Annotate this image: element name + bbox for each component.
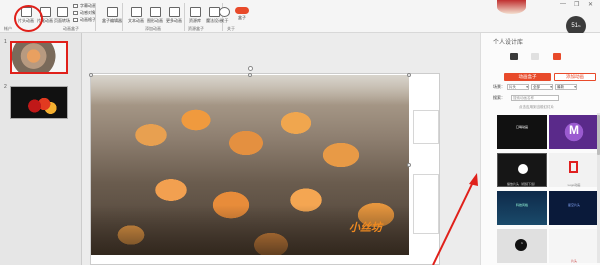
animation-card[interactable]: 1	[497, 229, 547, 263]
close-icon[interactable]: ✕	[588, 1, 593, 8]
animation-card[interactable]: 片头	[549, 229, 599, 263]
page-transition-icon	[56, 7, 68, 17]
apply-hint: 点击应用到当前幻灯片	[519, 105, 554, 109]
shape-animation-button[interactable]: 图形动画	[147, 7, 163, 24]
scene-select[interactable]: 片头 ▾	[507, 84, 529, 90]
animation-card[interactable]: 星空片头	[549, 191, 599, 225]
play-icon	[518, 164, 528, 174]
shape-icon	[149, 7, 161, 17]
more-icon	[168, 7, 180, 17]
resize-handle[interactable]	[89, 73, 93, 77]
placeholder-box[interactable]	[413, 174, 439, 234]
info-icon	[219, 7, 230, 17]
tab-animation-box[interactable]: 动画盒子	[504, 73, 551, 81]
annotation-circle	[14, 5, 43, 32]
star-icon[interactable]	[553, 53, 561, 60]
group-label-add-animation: 添加动画	[145, 26, 161, 31]
search-input[interactable]: 搜索动画名称	[511, 95, 559, 101]
object-icon	[73, 11, 78, 15]
editor-icon	[106, 7, 118, 17]
search-label: 搜索：	[493, 95, 505, 100]
resize-handle[interactable]	[248, 73, 252, 77]
resize-handle[interactable]	[407, 163, 411, 167]
restore-icon[interactable]: ❐	[574, 1, 579, 8]
thumbnail-number: 1	[4, 39, 7, 45]
animation-card[interactable]: 口哨动画	[497, 115, 547, 149]
library-title: 个人设计库	[493, 40, 524, 46]
subtitle-icon	[73, 4, 78, 8]
slide-thumbnail-1[interactable]	[10, 41, 68, 74]
box-toggle-button[interactable]: 盒子	[235, 7, 249, 21]
sort-select[interactable]: 最新 ▾	[555, 84, 577, 90]
resource-library-button[interactable]: 资源库	[189, 7, 201, 24]
logo-icon	[569, 161, 578, 173]
toggle-icon	[235, 7, 249, 14]
animation-grid-button[interactable]: 动画格子	[73, 17, 96, 23]
tab-add-animation[interactable]: 添加动画	[554, 73, 596, 81]
slide-thumbnails-panel: 1 2	[0, 33, 82, 265]
dynamic-object-button[interactable]: 动感对象	[73, 10, 96, 16]
avatar[interactable]	[497, 0, 526, 14]
animation-card[interactable]: 科技风格	[497, 191, 547, 225]
placeholder-box[interactable]	[413, 110, 439, 144]
rotate-handle[interactable]	[248, 66, 253, 71]
folder-icon[interactable]	[531, 53, 539, 60]
filter-row: 场景： 片头 ▾ 全部 ▾ 最新 ▾	[493, 84, 577, 90]
library-icon[interactable]	[510, 53, 518, 60]
slide-thumbnail-2[interactable]	[10, 86, 68, 119]
more-animation-button[interactable]: 更多动画	[166, 7, 182, 24]
box-editor-button[interactable]: 盒子编辑器	[102, 7, 122, 24]
group-label-account: 帐户	[4, 26, 12, 31]
video-watermark: 小丝坊	[349, 221, 382, 234]
magic-icon	[208, 7, 220, 17]
group-label-animation-box: 动画盒子	[63, 26, 79, 31]
thumbnail-number: 2	[4, 84, 7, 90]
subtitle-animation-button[interactable]: 字幕动画	[73, 3, 96, 9]
group-label-about: 关于	[227, 26, 235, 31]
video-frame[interactable]: 小丝坊	[91, 75, 409, 255]
design-library-panel: 个人设计库 动画盒子 添加动画 场景： 片头 ▾ 全部 ▾ 最新 ▾ 搜索： 搜索动画…	[480, 33, 600, 265]
slide-canvas: 小丝坊	[82, 33, 480, 265]
animation-card[interactable]: M	[549, 115, 599, 149]
animation-card[interactable]: Logo动画	[549, 153, 599, 187]
text-icon	[130, 7, 142, 17]
grid-icon	[73, 18, 78, 22]
resize-handle[interactable]	[407, 73, 411, 77]
animation-card[interactable]: 播放片头（视频下载）	[497, 153, 547, 187]
minimize-icon[interactable]: —	[560, 1, 566, 7]
text-animation-button[interactable]: 文本动画	[128, 7, 144, 24]
page-transition-button[interactable]: 页面转场	[54, 7, 70, 24]
category-select[interactable]: 全部 ▾	[531, 84, 553, 90]
library-icon	[189, 7, 201, 17]
about-button[interactable]: 关于	[219, 7, 230, 24]
group-label-resource-box: 资源盒子	[188, 26, 204, 31]
